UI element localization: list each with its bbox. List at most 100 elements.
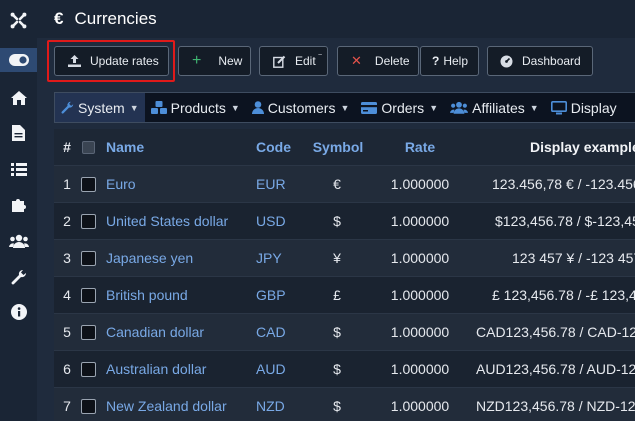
new-label: New (218, 54, 243, 68)
edit-dropdown-icon: ⁻ (317, 50, 323, 61)
menu-system-label: System (78, 99, 125, 116)
menu-customers-label: Customers (267, 99, 336, 116)
currency-name-link[interactable]: Euro (106, 176, 136, 192)
currency-name-link[interactable]: Canadian dollar (106, 324, 204, 340)
currency-name-link[interactable]: Japanese yen (106, 250, 193, 266)
dashboard-label: Dashboard (522, 54, 581, 68)
header-name[interactable]: Name (106, 139, 144, 155)
row-checkbox[interactable] (81, 287, 96, 303)
update-rates-button[interactable]: Update rates (54, 46, 169, 76)
select-all-checkbox[interactable] (82, 140, 95, 154)
users-icon[interactable] (0, 229, 37, 253)
currency-code-link[interactable]: GBP (256, 287, 286, 303)
delete-label: Delete (374, 54, 410, 68)
currency-symbol: ¥ (333, 250, 341, 266)
row-checkbox[interactable] (81, 176, 96, 192)
chevron-down-icon: ▼ (429, 102, 439, 113)
currency-symbol: $ (333, 324, 341, 340)
row-checkbox[interactable] (81, 250, 96, 266)
header-rate[interactable]: Rate (384, 139, 456, 155)
header-symbol[interactable]: Symbol (310, 139, 366, 155)
chevron-down-icon: ▼ (340, 102, 350, 113)
menu-products[interactable]: Products ▼ (145, 93, 246, 122)
cubes-icon (150, 101, 167, 114)
puzzle-icon[interactable] (0, 193, 37, 217)
currency-symbol: $ (333, 213, 341, 229)
table-row: 7 New Zealand dollar NZD $ 1.000000 NZD1… (54, 388, 635, 421)
currency-name-link[interactable]: New Zealand dollar (106, 398, 227, 414)
currency-name-link[interactable]: Australian dollar (106, 361, 206, 377)
row-checkbox[interactable] (81, 398, 96, 414)
currency-rate: 1.000000 (390, 361, 450, 377)
header-code[interactable]: Code (256, 139, 291, 155)
wrench-icon (61, 101, 74, 114)
credit-card-icon (361, 101, 378, 114)
currency-symbol: € (333, 176, 341, 192)
currencies-table: # Name Code Symbol Rate Display example … (54, 129, 635, 421)
currency-rate: 1.000000 (390, 250, 450, 266)
currency-code-link[interactable]: USD (256, 213, 286, 229)
chevron-down-icon: ▼ (230, 102, 240, 113)
edit-button[interactable]: Edit ⁻ (259, 46, 328, 76)
menu-affiliates-label: Affiliates (472, 99, 525, 116)
info-icon[interactable] (0, 300, 37, 324)
help-button[interactable]: ? Help (420, 46, 479, 76)
display-example: 123 457 ¥ / -123 457 ¥ (512, 250, 635, 266)
title-bar: € Currencies (37, 0, 635, 38)
article-icon[interactable] (0, 121, 37, 145)
chevron-down-icon: ▼ (529, 102, 539, 113)
menu-affiliates[interactable]: Affiliates ▼ (444, 93, 545, 122)
display-example: AUD123,456.78 / AUD-123,456.78 (476, 361, 635, 377)
question-icon: ? (432, 54, 440, 68)
row-checkbox[interactable] (81, 213, 96, 229)
row-checkbox[interactable] (81, 324, 96, 340)
currency-symbol: £ (333, 287, 341, 303)
toggle-menu-icon[interactable] (0, 48, 37, 72)
row-num: 5 (63, 324, 71, 340)
display-example: $123,456.78 / $-123,456.78 (495, 213, 635, 229)
table-row: 4 British pound GBP £ 1.000000 £ 123,456… (54, 277, 635, 314)
currency-code-link[interactable]: CAD (256, 324, 286, 340)
joomla-logo-icon[interactable] (0, 8, 37, 32)
dashboard-button[interactable]: Dashboard (487, 46, 593, 76)
menu-products-label: Products (170, 99, 226, 116)
table-row: 1 Euro EUR € 1.000000 123.456,78 € / -12… (54, 166, 635, 203)
home-icon[interactable] (0, 86, 37, 110)
currency-name-link[interactable]: British pound (106, 287, 188, 303)
table-header-row: # Name Code Symbol Rate Display example (54, 129, 635, 166)
currency-code-link[interactable]: EUR (256, 176, 286, 192)
currency-rate: 1.000000 (390, 176, 450, 192)
menu-orders[interactable]: Orders ▼ (355, 93, 444, 122)
currency-code-link[interactable]: NZD (256, 398, 285, 414)
table-row: 6 Australian dollar AUD $ 1.000000 AUD12… (54, 351, 635, 388)
users-icon (450, 101, 469, 114)
list-icon[interactable] (0, 157, 37, 181)
delete-button[interactable]: ✕ Delete (337, 46, 419, 76)
update-rates-label: Update rates (90, 54, 159, 68)
row-checkbox[interactable] (81, 361, 96, 377)
row-num: 3 (63, 250, 71, 266)
table-row: 3 Japanese yen JPY ¥ 1.000000 123 457 ¥ … (54, 240, 635, 277)
menu-orders-label: Orders (381, 99, 425, 116)
user-icon (251, 101, 264, 114)
currency-code-link[interactable]: AUD (256, 361, 286, 377)
currency-name-link[interactable]: United States dollar (106, 213, 228, 229)
new-button[interactable]: + New (178, 46, 251, 76)
monitor-icon (550, 100, 567, 115)
header-num: # (63, 139, 71, 155)
wrench-icon[interactable] (0, 265, 37, 289)
row-num: 2 (63, 213, 71, 229)
plus-icon: + (192, 52, 202, 69)
menu-bar: System ▼ Products ▼ Customers ▼ Orders ▼ Aff… (54, 92, 635, 123)
menu-system[interactable]: System ▼ (55, 93, 145, 122)
currency-code-link[interactable]: JPY (256, 250, 282, 266)
currency-rate: 1.000000 (390, 324, 450, 340)
currency-rate: 1.000000 (390, 398, 450, 414)
menu-display[interactable]: Display (545, 93, 623, 122)
currency-symbol: $ (333, 361, 341, 377)
dashboard-icon (500, 55, 513, 68)
close-icon: ✕ (351, 53, 362, 68)
menu-customers[interactable]: Customers ▼ (246, 93, 356, 122)
menu-display-label: Display (570, 99, 617, 116)
row-num: 7 (63, 398, 71, 414)
